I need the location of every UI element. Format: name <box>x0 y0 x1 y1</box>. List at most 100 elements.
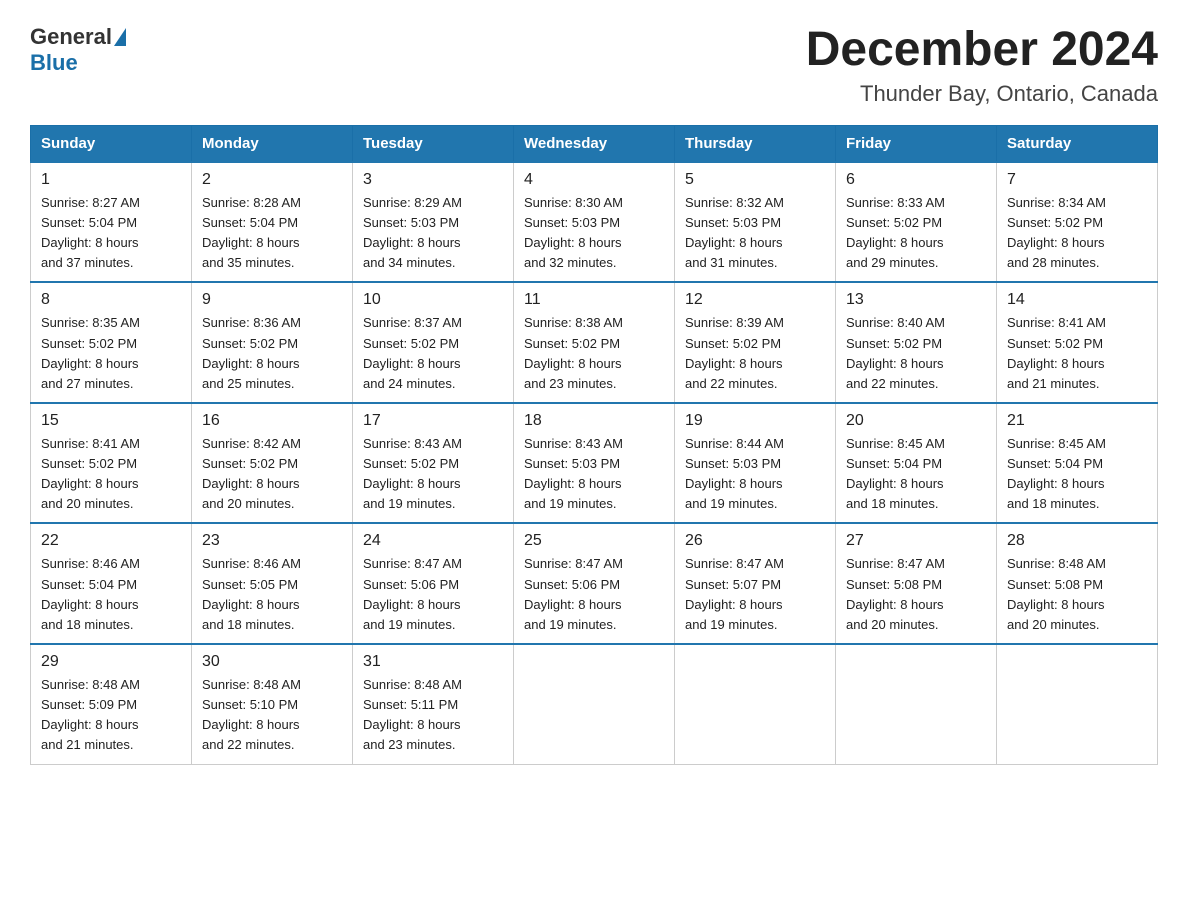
day-info: Sunrise: 8:47 AMSunset: 5:06 PMDaylight:… <box>363 554 503 635</box>
day-info: Sunrise: 8:48 AMSunset: 5:09 PMDaylight:… <box>41 675 181 756</box>
logo: General Blue <box>30 24 128 76</box>
calendar-cell <box>997 644 1158 764</box>
day-number: 16 <box>202 412 342 430</box>
day-number: 2 <box>202 171 342 189</box>
calendar-cell: 18 Sunrise: 8:43 AMSunset: 5:03 PMDayligh… <box>514 403 675 524</box>
weekday-header-friday: Friday <box>836 125 997 162</box>
day-info: Sunrise: 8:29 AMSunset: 5:03 PMDaylight:… <box>363 193 503 274</box>
day-info: Sunrise: 8:46 AMSunset: 5:04 PMDaylight:… <box>41 554 181 635</box>
day-info: Sunrise: 8:30 AMSunset: 5:03 PMDaylight:… <box>524 193 664 274</box>
calendar-cell: 11Sunrise: 8:38 AMSunset: 5:02 PMDayligh… <box>514 282 675 403</box>
day-number: 31 <box>363 653 503 671</box>
calendar-cell: 21 Sunrise: 8:45 AMSunset: 5:04 PMDayligh… <box>997 403 1158 524</box>
calendar-cell: 7 Sunrise: 8:34 AMSunset: 5:02 PMDaylight… <box>997 162 1158 283</box>
day-number: 29 <box>41 653 181 671</box>
day-number: 7 <box>1007 171 1147 189</box>
day-number: 5 <box>685 171 825 189</box>
day-info: Sunrise: 8:41 AMSunset: 5:02 PMDaylight:… <box>41 434 181 515</box>
calendar-cell: 27 Sunrise: 8:47 AMSunset: 5:08 PMDayligh… <box>836 523 997 644</box>
day-number: 23 <box>202 532 342 550</box>
calendar-cell: 17 Sunrise: 8:43 AMSunset: 5:02 PMDayligh… <box>353 403 514 524</box>
calendar-cell: 13 Sunrise: 8:40 AMSunset: 5:02 PMDayligh… <box>836 282 997 403</box>
calendar-cell: 25 Sunrise: 8:47 AMSunset: 5:06 PMDayligh… <box>514 523 675 644</box>
day-number: 24 <box>363 532 503 550</box>
calendar-cell: 30 Sunrise: 8:48 AMSunset: 5:10 PMDayligh… <box>192 644 353 764</box>
calendar-cell: 3 Sunrise: 8:29 AMSunset: 5:03 PMDaylight… <box>353 162 514 283</box>
day-number: 18 <box>524 412 664 430</box>
day-number: 9 <box>202 291 342 309</box>
day-number: 6 <box>846 171 986 189</box>
day-info: Sunrise: 8:48 AMSunset: 5:08 PMDaylight:… <box>1007 554 1147 635</box>
day-number: 11 <box>524 291 664 309</box>
day-info: Sunrise: 8:36 AMSunset: 5:02 PMDaylight:… <box>202 313 342 394</box>
calendar-week-row-4: 22 Sunrise: 8:46 AMSunset: 5:04 PMDayligh… <box>31 523 1158 644</box>
day-info: Sunrise: 8:28 AMSunset: 5:04 PMDaylight:… <box>202 193 342 274</box>
weekday-header-sunday: Sunday <box>31 125 192 162</box>
calendar-cell: 28 Sunrise: 8:48 AMSunset: 5:08 PMDayligh… <box>997 523 1158 644</box>
logo-triangle-icon <box>114 28 126 46</box>
day-info: Sunrise: 8:47 AMSunset: 5:07 PMDaylight:… <box>685 554 825 635</box>
day-info: Sunrise: 8:43 AMSunset: 5:02 PMDaylight:… <box>363 434 503 515</box>
day-info: Sunrise: 8:43 AMSunset: 5:03 PMDaylight:… <box>524 434 664 515</box>
weekday-header-thursday: Thursday <box>675 125 836 162</box>
logo-general-text: General <box>30 24 112 50</box>
day-info: Sunrise: 8:46 AMSunset: 5:05 PMDaylight:… <box>202 554 342 635</box>
day-info: Sunrise: 8:33 AMSunset: 5:02 PMDaylight:… <box>846 193 986 274</box>
calendar-cell: 26Sunrise: 8:47 AMSunset: 5:07 PMDayligh… <box>675 523 836 644</box>
calendar-cell: 22 Sunrise: 8:46 AMSunset: 5:04 PMDayligh… <box>31 523 192 644</box>
day-info: Sunrise: 8:42 AMSunset: 5:02 PMDaylight:… <box>202 434 342 515</box>
day-number: 15 <box>41 412 181 430</box>
logo-blue-text: Blue <box>30 50 78 75</box>
calendar-cell: 23 Sunrise: 8:46 AMSunset: 5:05 PMDayligh… <box>192 523 353 644</box>
calendar-table: SundayMondayTuesdayWednesdayThursdayFrid… <box>30 125 1158 765</box>
day-number: 12 <box>685 291 825 309</box>
calendar-cell: 9 Sunrise: 8:36 AMSunset: 5:02 PMDaylight… <box>192 282 353 403</box>
day-number: 22 <box>41 532 181 550</box>
calendar-week-row-5: 29 Sunrise: 8:48 AMSunset: 5:09 PMDayligh… <box>31 644 1158 764</box>
weekday-header-wednesday: Wednesday <box>514 125 675 162</box>
day-info: Sunrise: 8:48 AMSunset: 5:11 PMDaylight:… <box>363 675 503 756</box>
day-number: 1 <box>41 171 181 189</box>
day-number: 13 <box>846 291 986 309</box>
day-info: Sunrise: 8:32 AMSunset: 5:03 PMDaylight:… <box>685 193 825 274</box>
day-number: 30 <box>202 653 342 671</box>
location: Thunder Bay, Ontario, Canada <box>806 81 1158 107</box>
calendar-week-row-3: 15 Sunrise: 8:41 AMSunset: 5:02 PMDayligh… <box>31 403 1158 524</box>
weekday-header-monday: Monday <box>192 125 353 162</box>
day-number: 14 <box>1007 291 1147 309</box>
day-info: Sunrise: 8:40 AMSunset: 5:02 PMDaylight:… <box>846 313 986 394</box>
day-info: Sunrise: 8:45 AMSunset: 5:04 PMDaylight:… <box>846 434 986 515</box>
calendar-cell <box>675 644 836 764</box>
day-number: 28 <box>1007 532 1147 550</box>
calendar-cell: 8Sunrise: 8:35 AMSunset: 5:02 PMDaylight… <box>31 282 192 403</box>
day-number: 20 <box>846 412 986 430</box>
calendar-cell: 19 Sunrise: 8:44 AMSunset: 5:03 PMDayligh… <box>675 403 836 524</box>
calendar-cell: 29 Sunrise: 8:48 AMSunset: 5:09 PMDayligh… <box>31 644 192 764</box>
calendar-cell: 15 Sunrise: 8:41 AMSunset: 5:02 PMDayligh… <box>31 403 192 524</box>
day-number: 3 <box>363 171 503 189</box>
day-number: 10 <box>363 291 503 309</box>
page-header: General Blue December 2024 Thunder Bay, … <box>30 24 1158 107</box>
calendar-cell: 1 Sunrise: 8:27 AMSunset: 5:04 PMDaylight… <box>31 162 192 283</box>
day-number: 25 <box>524 532 664 550</box>
day-info: Sunrise: 8:27 AMSunset: 5:04 PMDaylight:… <box>41 193 181 274</box>
day-number: 27 <box>846 532 986 550</box>
day-info: Sunrise: 8:45 AMSunset: 5:04 PMDaylight:… <box>1007 434 1147 515</box>
day-info: Sunrise: 8:39 AMSunset: 5:02 PMDaylight:… <box>685 313 825 394</box>
calendar-cell: 20 Sunrise: 8:45 AMSunset: 5:04 PMDayligh… <box>836 403 997 524</box>
day-info: Sunrise: 8:35 AMSunset: 5:02 PMDaylight:… <box>41 313 181 394</box>
calendar-cell: 2 Sunrise: 8:28 AMSunset: 5:04 PMDaylight… <box>192 162 353 283</box>
day-info: Sunrise: 8:44 AMSunset: 5:03 PMDaylight:… <box>685 434 825 515</box>
day-info: Sunrise: 8:34 AMSunset: 5:02 PMDaylight:… <box>1007 193 1147 274</box>
calendar-cell <box>836 644 997 764</box>
day-info: Sunrise: 8:47 AMSunset: 5:08 PMDaylight:… <box>846 554 986 635</box>
title-area: December 2024 Thunder Bay, Ontario, Cana… <box>806 24 1158 107</box>
day-info: Sunrise: 8:48 AMSunset: 5:10 PMDaylight:… <box>202 675 342 756</box>
calendar-cell: 12 Sunrise: 8:39 AMSunset: 5:02 PMDayligh… <box>675 282 836 403</box>
day-number: 17 <box>363 412 503 430</box>
calendar-cell: 24 Sunrise: 8:47 AMSunset: 5:06 PMDayligh… <box>353 523 514 644</box>
day-number: 21 <box>1007 412 1147 430</box>
day-number: 19 <box>685 412 825 430</box>
day-info: Sunrise: 8:47 AMSunset: 5:06 PMDaylight:… <box>524 554 664 635</box>
day-info: Sunrise: 8:37 AMSunset: 5:02 PMDaylight:… <box>363 313 503 394</box>
